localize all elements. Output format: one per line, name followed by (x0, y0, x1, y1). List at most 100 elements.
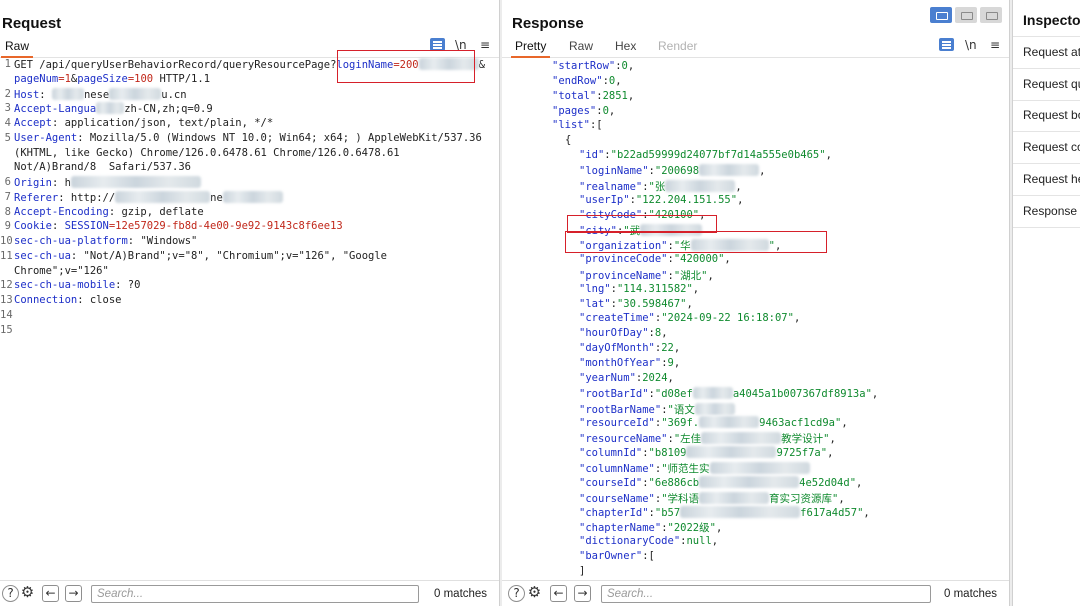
help-icon[interactable]: ? (2, 585, 19, 602)
request-line: Not/A)Brand/8 Safari/537.36 (14, 161, 191, 173)
request-line: Accept-Encoding: gzip, deflate (14, 206, 204, 218)
menu-icon[interactable]: ≡ (480, 38, 490, 52)
json-key: "columnId" (579, 447, 643, 460)
redacted-blur (109, 87, 162, 100)
json-key: "provinceCode" (579, 253, 668, 266)
line-text: : http:// (58, 191, 116, 204)
response-search-input[interactable]: Search... (601, 585, 931, 603)
help-icon[interactable]: ? (508, 585, 525, 602)
json-key: "total" (552, 89, 597, 102)
json-value: "学科语 (661, 492, 700, 505)
split-horizontal-icon[interactable] (930, 7, 952, 23)
json-key: "monthOfYear" (579, 357, 662, 369)
menu-icon[interactable]: ≡ (990, 38, 1000, 52)
json-punct: , (825, 149, 832, 162)
inspector-item-request-body[interactable]: Request bo (1023, 108, 1080, 122)
inspector-item-request-headers[interactable]: Request he (1023, 172, 1080, 186)
json-line: "pages":0, (552, 105, 615, 117)
back-arrow-icon[interactable]: ← (550, 585, 567, 602)
tab-hex[interactable]: Hex (615, 39, 636, 53)
tab-pretty[interactable]: Pretty (510, 39, 551, 58)
request-line: Accept-Langua zh-CN,zh;q=0.9 (14, 102, 213, 115)
line-number: 11 (0, 249, 13, 262)
json-key: "pages" (552, 104, 597, 117)
header-key: Accept-Langua (14, 103, 97, 116)
json-punct: , (627, 60, 635, 72)
header-key: sec-ch-ua-platform (14, 235, 128, 247)
json-key: "resourceId" (579, 417, 655, 430)
json-punct: , (661, 327, 668, 340)
json-value: f617a4d57" (800, 506, 864, 519)
single-pane-icon[interactable] (980, 7, 1002, 23)
inspector-item-request-attributes[interactable]: Request at (1023, 45, 1080, 59)
json-value: "师范生实 (661, 462, 710, 475)
json-value: "122.204.151.55" (635, 193, 738, 206)
settings-gear-icon[interactable]: ⚙ (526, 585, 543, 602)
tab-raw[interactable]: Raw (569, 39, 593, 53)
line-text: =12e57029-fb8d-4e00-9e92-9143c8f6ee13 (108, 220, 343, 233)
request-line: Connection: close (14, 294, 121, 306)
line-text: HTTP/1.1 (153, 72, 211, 85)
tab-raw[interactable]: Raw (0, 39, 34, 58)
json-value: "200698 (654, 164, 700, 177)
word-wrap-icon[interactable] (939, 38, 954, 51)
json-value: "b57 (654, 506, 681, 519)
layout-toggle[interactable] (930, 7, 1002, 23)
forward-arrow-icon[interactable]: → (574, 585, 591, 602)
json-punct: , (793, 312, 801, 325)
tab-render[interactable]: Render (658, 39, 697, 53)
header-key: SESSION (64, 220, 109, 233)
redacted-blur (699, 491, 770, 504)
line-text: : close (77, 294, 122, 306)
forward-arrow-icon[interactable]: → (65, 585, 82, 602)
redacted-blur (680, 505, 801, 518)
back-arrow-icon[interactable]: ← (42, 585, 59, 602)
line-number: 7 (4, 190, 11, 203)
settings-gear-icon[interactable]: ⚙ (19, 585, 36, 602)
line-number: 6 (4, 176, 11, 188)
header-key: Connection (14, 294, 78, 306)
json-value: "张 (648, 180, 666, 193)
redacted-blur (70, 176, 201, 188)
json-punct: , (838, 492, 845, 505)
json-key: "provinceName" (579, 269, 668, 282)
request-line: User-Agent: Mozilla/5.0 (Windows NT 10.0… (14, 132, 482, 144)
split-vertical-icon[interactable] (955, 7, 977, 23)
json-punct: , (707, 269, 714, 282)
newline-toggle-icon[interactable]: \n (965, 38, 977, 52)
response-matches-count: 0 matches (944, 588, 998, 600)
json-value: 教学设计" (781, 433, 830, 446)
json-line: "hourOfDay":8, (579, 327, 668, 339)
line-text: zh-CN,zh;q=0.9 (124, 103, 213, 116)
inspector-item-request-cookies[interactable]: Request co (1023, 140, 1080, 154)
line-text: : (51, 220, 65, 233)
json-punct: , (667, 371, 674, 384)
request-title: Request (2, 15, 62, 32)
json-line: "resourceName":"左佳 教学设计", (579, 431, 836, 446)
json-value: "420000" (673, 253, 725, 266)
json-value: "30.598467" (616, 297, 687, 310)
json-punct: , (608, 104, 616, 117)
json-line: { (565, 134, 571, 146)
request-line: Host: nese u.cn (14, 87, 187, 101)
json-line: "chapterId":"b57 f617a4d57", (579, 505, 870, 519)
json-line: "lat":"30.598467", (579, 298, 693, 310)
redacted-blur (51, 87, 84, 100)
json-line: "lng":"114.311582", (579, 283, 699, 295)
line-text: nese (83, 88, 110, 101)
json-line: "createTime":"2024-09-22 16:18:07", (579, 312, 800, 324)
json-key: "dayOfMonth" (579, 342, 655, 355)
json-value: 9725f7a" (776, 447, 828, 460)
json-line: "dayOfMonth":22, (579, 342, 680, 354)
json-punct: , (711, 535, 719, 548)
line-number: 8 (4, 205, 11, 218)
json-value: "369f. (661, 417, 700, 430)
header-key: User-Agent (14, 131, 78, 144)
request-search-input[interactable]: Search... (91, 585, 419, 603)
json-value: "b8109 (648, 447, 687, 460)
line-text: u.cn (161, 88, 187, 101)
inspector-item-request-query[interactable]: Request qu (1023, 77, 1080, 91)
json-value: a4045a1b007367df8913a" (732, 387, 872, 400)
json-value: 4e52d04d" (799, 476, 857, 489)
inspector-item-response-headers[interactable]: Response h (1023, 204, 1080, 218)
